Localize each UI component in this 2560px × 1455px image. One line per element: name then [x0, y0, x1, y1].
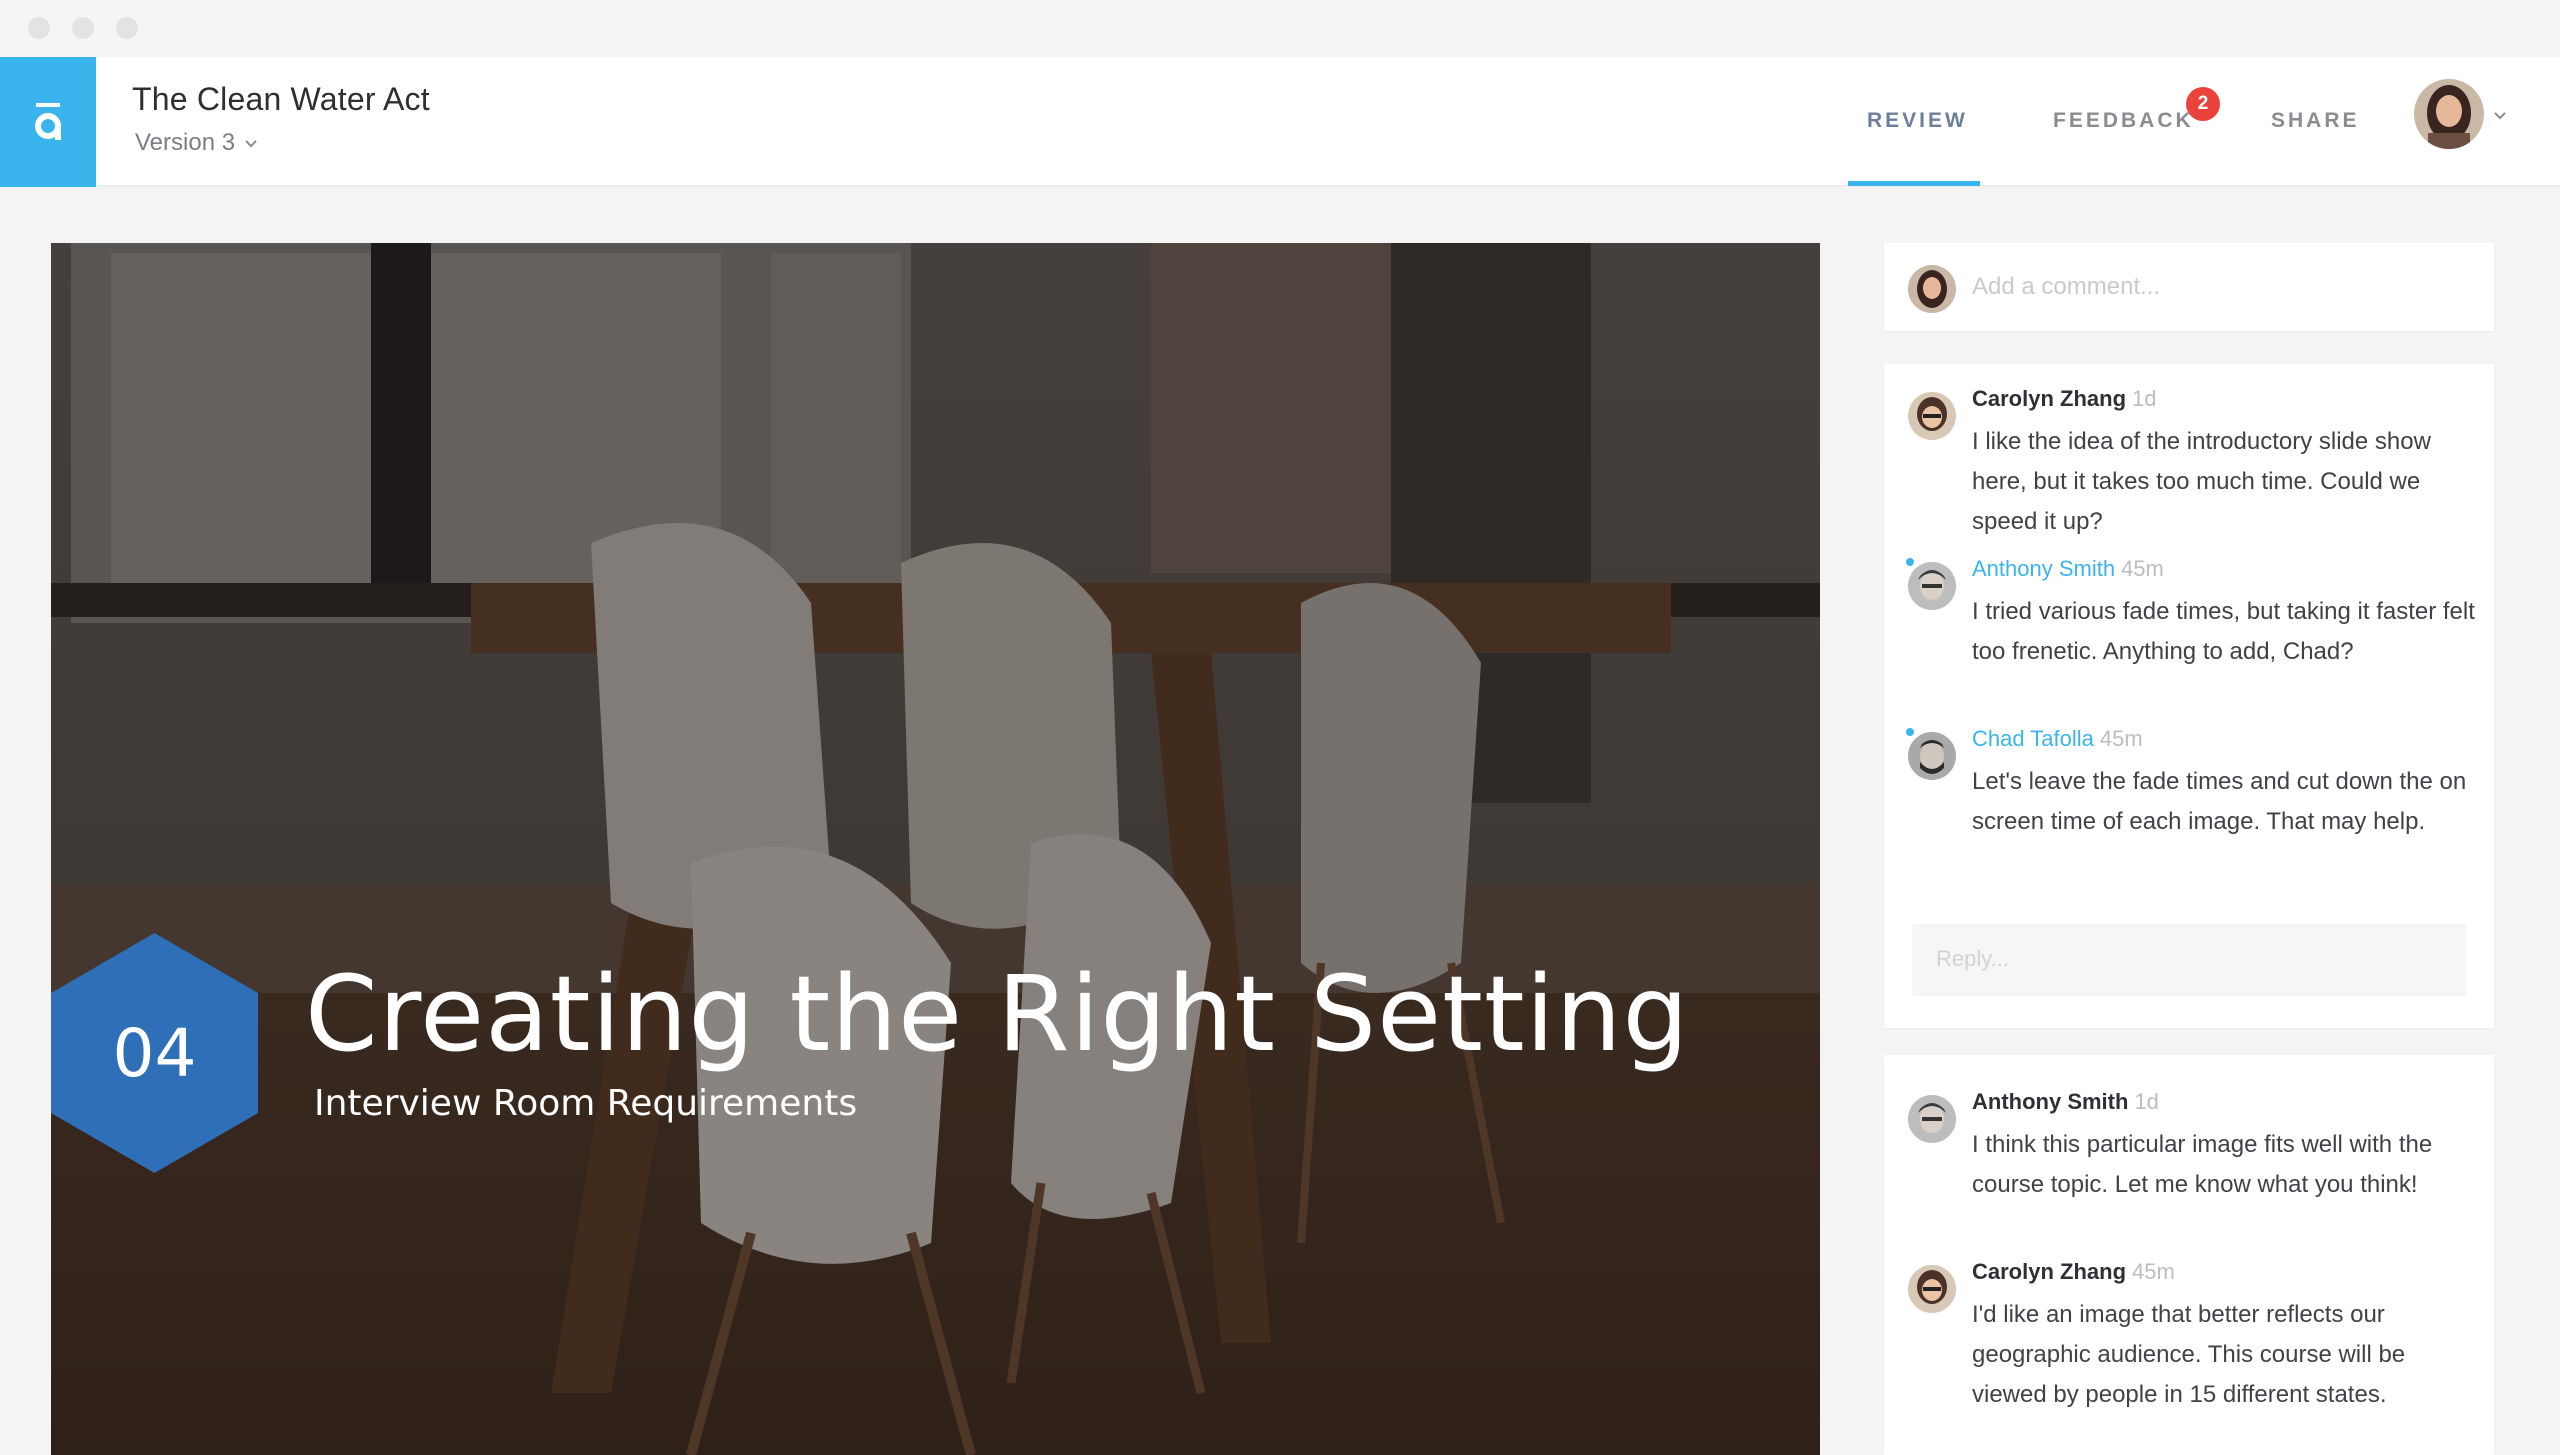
window-titlebar	[0, 0, 2560, 57]
app-logo[interactable]	[0, 57, 96, 187]
slide-subtitle: Interview Room Requirements	[314, 1083, 858, 1124]
slide-preview[interactable]: 04 Creating the Right Setting Interview …	[51, 243, 1820, 1455]
slide-title: Creating the Right Setting	[305, 953, 1690, 1075]
user-avatar[interactable]	[2414, 79, 2484, 149]
document-title: The Clean Water Act	[132, 81, 430, 117]
chevron-down-icon[interactable]	[2492, 107, 2508, 123]
comment-time: 45m	[2121, 556, 2164, 581]
feedback-count-badge: 2	[2186, 87, 2220, 121]
avatar	[1908, 732, 1956, 780]
comment-thread: Carolyn Zhang 1d I like the idea of the i…	[1884, 364, 2494, 1028]
comment-thread: Anthony Smith 1d I think this particular …	[1884, 1055, 2494, 1455]
tab-feedback[interactable]: FEEDBACK	[2053, 109, 2194, 133]
comment-text: I like the idea of the introductory slid…	[1972, 428, 2431, 535]
comment-header: Carolyn Zhang 45m	[1972, 1259, 2175, 1285]
window-maximize-dot[interactable]	[116, 17, 138, 39]
version-selector[interactable]: Version 3	[135, 129, 259, 157]
comment-header: Anthony Smith 45m	[1972, 556, 2164, 582]
top-bar: The Clean Water Act Version 3 REVIEW FEE…	[0, 57, 2560, 187]
version-label: Version 3	[135, 129, 236, 156]
comment-composer[interactable]: Add a comment...	[1884, 243, 2494, 331]
comment-time: 45m	[2132, 1259, 2175, 1284]
avatar	[1908, 392, 1956, 440]
online-indicator	[1904, 556, 1916, 568]
window-close-dot[interactable]	[28, 17, 50, 39]
comment-text: I'd like an image that better reflects o…	[1972, 1301, 2406, 1408]
comment-time: 45m	[2099, 726, 2143, 751]
comment-author[interactable]: Chad Tafolla	[1972, 726, 2094, 751]
online-indicator	[1904, 726, 1916, 738]
avatar	[1908, 1095, 1956, 1143]
comment-author[interactable]: Anthony Smith	[1972, 1089, 2128, 1114]
slide-number: 04	[112, 1014, 197, 1092]
comment-text: I tried various fade times, but taking i…	[1972, 598, 2475, 665]
comment-time: 1d	[2132, 386, 2157, 411]
comment-text: Let's leave the fade times and cut down …	[1972, 768, 2467, 835]
tab-share[interactable]: SHARE	[2271, 109, 2360, 133]
add-comment-input[interactable]: Add a comment...	[1972, 273, 2160, 301]
comment-header: Anthony Smith 1d	[1972, 1089, 2159, 1115]
avatar	[1908, 1265, 1956, 1313]
slide-background-image	[51, 243, 1820, 1455]
app-logo-icon	[35, 103, 62, 140]
comment-author[interactable]: Anthony Smith	[1972, 556, 2115, 581]
comment-text: I think this particular image fits well …	[1972, 1131, 2433, 1198]
reply-placeholder: Reply...	[1936, 946, 2009, 971]
avatar	[1908, 562, 1956, 610]
comment-header: Chad Tafolla 45m	[1972, 726, 2143, 752]
composer-avatar	[1908, 265, 1956, 313]
comment-author[interactable]: Carolyn Zhang	[1972, 386, 2126, 411]
comment-time: 1d	[2134, 1089, 2159, 1114]
reply-input[interactable]: Reply...	[1912, 924, 2466, 996]
comment-header: Carolyn Zhang 1d	[1972, 386, 2157, 412]
comment-author[interactable]: Carolyn Zhang	[1972, 1259, 2126, 1284]
tab-review[interactable]: REVIEW	[1867, 109, 1968, 133]
chevron-down-icon	[245, 140, 257, 148]
window-minimize-dot[interactable]	[72, 17, 94, 39]
active-tab-indicator	[1848, 181, 1980, 186]
